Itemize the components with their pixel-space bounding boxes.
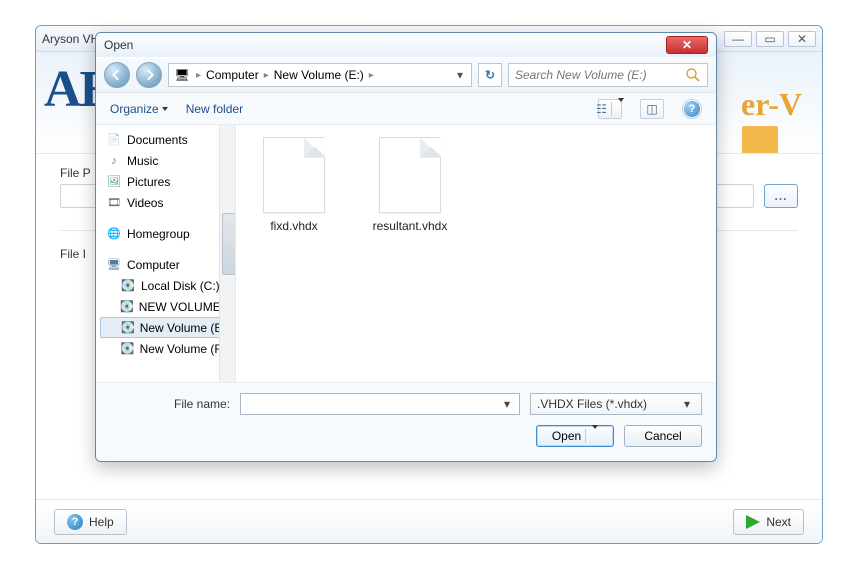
file-pane[interactable]: fixd.vhdx resultant.vhdx (236, 125, 716, 382)
vid-icon: 🎞 (106, 196, 122, 210)
chevron-down-icon (618, 98, 624, 116)
tree-item-music[interactable]: ♪ Music (100, 150, 235, 171)
tree-item-label: Pictures (127, 175, 170, 189)
open-dialog: Open ✕ 🖥 ▸ Computer ▸ New Volume (E:) ▸ … (95, 32, 717, 462)
app-footer: ? Help Next (36, 499, 822, 543)
dialog-toolbar: Organize New folder ☷ ◫ ? (96, 93, 716, 125)
organize-menu[interactable]: Organize (110, 102, 168, 116)
music-icon: ♪ (106, 154, 122, 168)
refresh-button[interactable]: ↻ (478, 63, 502, 87)
tree-item-label: New Volume (E:) (140, 321, 230, 335)
disk-icon: 💽 (120, 279, 136, 293)
next-button[interactable]: Next (733, 509, 804, 535)
breadcrumb-current[interactable]: New Volume (E:) (274, 68, 364, 82)
disk-icon: 💽 (120, 300, 134, 314)
arrow-right-icon (143, 69, 155, 81)
view-icon: ☷ (596, 102, 607, 116)
chevron-right-icon: ▸ (194, 70, 203, 81)
file-icon (263, 137, 325, 213)
tree-item-label: Videos (127, 196, 163, 210)
tree-item-pictures[interactable]: 🖼 Pictures (100, 171, 235, 192)
disk-icon: 💽 (121, 321, 135, 335)
preview-pane-button[interactable]: ◫ (640, 99, 664, 119)
tree-item-documents[interactable]: 📄 Documents (100, 129, 235, 150)
new-folder-button[interactable]: New folder (186, 102, 243, 116)
scrollbar[interactable] (219, 125, 235, 382)
tree-item-videos[interactable]: 🎞 Videos (100, 192, 235, 213)
view-options-button[interactable]: ☷ (598, 99, 622, 119)
home-icon: 🌐 (106, 227, 122, 241)
nav-back-button[interactable] (104, 62, 130, 88)
tree-item-new-volume-f-[interactable]: 💽 New Volume (F:) (100, 338, 235, 359)
next-label: Next (766, 515, 791, 529)
chevron-right-icon: ▸ (262, 70, 271, 81)
pics-icon: 🖼 (106, 175, 122, 189)
tree-item-label: New Volume (F:) (140, 342, 229, 356)
disk-icon: 💽 (120, 342, 135, 356)
breadcrumb-root[interactable]: Computer (206, 68, 259, 82)
arrow-right-icon (746, 515, 760, 529)
dialog-content: 📄 Documents ♪ Music 🖼 Pictures 🎞 Videos 🌐 Homegro… (96, 125, 716, 382)
app-close-button[interactable]: ✕ (788, 31, 816, 47)
help-button[interactable]: ? (682, 99, 702, 119)
chevron-down-icon (592, 425, 598, 443)
file-item[interactable]: resultant.vhdx (370, 137, 450, 233)
help-label: Help (89, 515, 114, 529)
breadcrumb[interactable]: 🖥 ▸ Computer ▸ New Volume (E:) ▸ ▾ (168, 63, 472, 87)
tree-item-label: Homegroup (127, 227, 190, 241)
chevron-down-icon[interactable]: ▾ (499, 397, 515, 411)
chevron-down-icon (162, 107, 168, 111)
computer-icon: 🖥 (173, 68, 191, 82)
file-name-combo[interactable]: ▾ (240, 393, 520, 415)
banner-suffix: er-V (741, 86, 802, 123)
browse-button[interactable]: ... (764, 184, 798, 208)
help-icon: ? (684, 101, 700, 117)
file-label: fixd.vhdx (270, 219, 317, 233)
dialog-title: Open (104, 38, 666, 52)
chevron-right-icon: ▸ (367, 70, 376, 81)
file-type-filter[interactable]: .VHDX Files (*.vhdx) ▾ (530, 393, 702, 415)
cancel-button[interactable]: Cancel (624, 425, 702, 447)
tree-item-label: Local Disk (C:) (141, 279, 220, 293)
arrow-left-icon (111, 69, 123, 81)
search-input[interactable] (515, 68, 679, 82)
tree-item-computer[interactable]: 🖥 Computer (100, 254, 235, 275)
file-item[interactable]: fixd.vhdx (254, 137, 334, 233)
maximize-button[interactable]: ▭ (756, 31, 784, 47)
file-name-label: File name: (110, 397, 230, 411)
nav-forward-button[interactable] (136, 62, 162, 88)
chevron-down-icon[interactable]: ▾ (679, 397, 695, 411)
tree-item-label: Computer (127, 258, 180, 272)
dialog-bottom: File name: ▾ .VHDX Files (*.vhdx) ▾ Open… (96, 382, 716, 461)
file-icon (379, 137, 441, 213)
tree-item-homegroup[interactable]: 🌐 Homegroup (100, 223, 235, 244)
open-button[interactable]: Open (536, 425, 614, 447)
comp-icon: 🖥 (106, 258, 122, 272)
tree-item-label: Music (127, 154, 158, 168)
tree-item-local-disk-c-[interactable]: 💽 Local Disk (C:) (100, 275, 235, 296)
breadcrumb-dropdown[interactable]: ▾ (453, 68, 467, 82)
folder-icon (742, 126, 778, 154)
nav-tree: 📄 Documents ♪ Music 🖼 Pictures 🎞 Videos 🌐 Homegro… (96, 125, 236, 382)
minimize-button[interactable]: — (724, 31, 752, 47)
search-icon (685, 67, 701, 83)
file-name-input[interactable] (245, 397, 499, 411)
file-label: resultant.vhdx (373, 219, 448, 233)
help-icon: ? (67, 514, 83, 530)
dialog-nav: 🖥 ▸ Computer ▸ New Volume (E:) ▸ ▾ ↻ (96, 57, 716, 93)
refresh-icon: ↻ (485, 68, 495, 82)
tree-item-new-volume-e-[interactable]: 💽 New Volume (E:) (100, 317, 235, 338)
docs-icon: 📄 (106, 133, 122, 147)
dialog-titlebar: Open ✕ (96, 33, 716, 57)
filter-label: .VHDX Files (*.vhdx) (537, 397, 679, 411)
help-button[interactable]: ? Help (54, 509, 127, 535)
tree-item-label: Documents (127, 133, 188, 147)
tree-item-new-volume-d[interactable]: 💽NEW VOLUME (D (100, 296, 235, 317)
search-box[interactable] (508, 63, 708, 87)
dialog-close-button[interactable]: ✕ (666, 36, 708, 54)
preview-pane-icon: ◫ (646, 102, 657, 116)
